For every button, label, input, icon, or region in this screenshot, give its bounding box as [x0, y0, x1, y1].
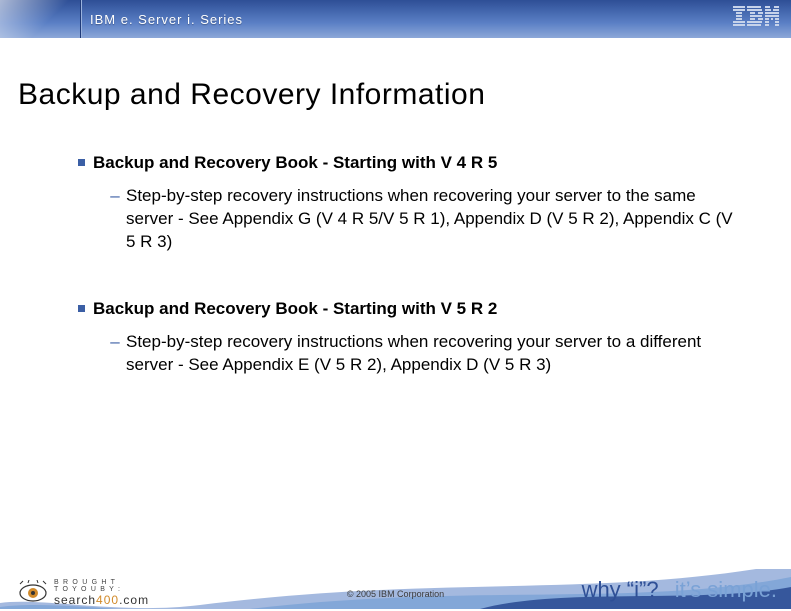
subbullet-text: Step-by-step recovery instructions when … [126, 185, 746, 254]
slide-title: Backup and Recovery Information [18, 78, 773, 112]
header-left-accent [0, 0, 80, 38]
sponsor-eye-icon [18, 580, 48, 606]
ibm-logo-icon [733, 6, 779, 26]
header-title: IBM e. Server i. Series [82, 12, 791, 27]
dash-bullet-icon: – [110, 185, 120, 208]
footer-sponsor: B R O U G H T T O Y O U B Y : search400.… [18, 579, 149, 607]
sponsor-brand-pre: search [54, 593, 96, 607]
sponsor-brand-accent: 400 [96, 593, 119, 607]
footer: B R O U G H T T O Y O U B Y : search400.… [0, 569, 791, 609]
square-bullet-icon [78, 305, 85, 312]
footer-tagline: why “i”? it’s simple. [582, 577, 777, 603]
bullet-item: Backup and Recovery Book - Starting with… [18, 152, 773, 175]
square-bullet-icon [78, 159, 85, 166]
tagline-part2: it’s simple. [675, 577, 777, 602]
sponsor-line2: T O Y O U B Y : [54, 586, 149, 593]
bullet-heading: Backup and Recovery Book - Starting with… [93, 152, 497, 175]
sponsor-brand-post: .com [119, 593, 149, 607]
sponsor-block: B R O U G H T T O Y O U B Y : search400.… [54, 579, 149, 607]
footer-copyright: © 2005 IBM Corporation [347, 589, 444, 599]
header-accent-shape [0, 0, 78, 38]
dash-bullet-icon: – [110, 331, 120, 354]
bullet-item: Backup and Recovery Book - Starting with… [18, 298, 773, 321]
tagline-part1: why “i”? [582, 577, 659, 602]
sponsor-line1: B R O U G H T [54, 579, 149, 586]
subbullet-item: – Step-by-step recovery instructions whe… [18, 185, 773, 254]
sponsor-brand: search400.com [54, 593, 149, 607]
sponsor-lead-text: B R O U G H T T O Y O U B Y : [54, 579, 149, 593]
slide-content: Backup and Recovery Information Backup a… [0, 38, 791, 377]
bullet-heading: Backup and Recovery Book - Starting with… [93, 298, 497, 321]
subbullet-item: – Step-by-step recovery instructions whe… [18, 331, 773, 377]
header-bar: IBM e. Server i. Series [0, 0, 791, 38]
subbullet-text: Step-by-step recovery instructions when … [126, 331, 746, 377]
